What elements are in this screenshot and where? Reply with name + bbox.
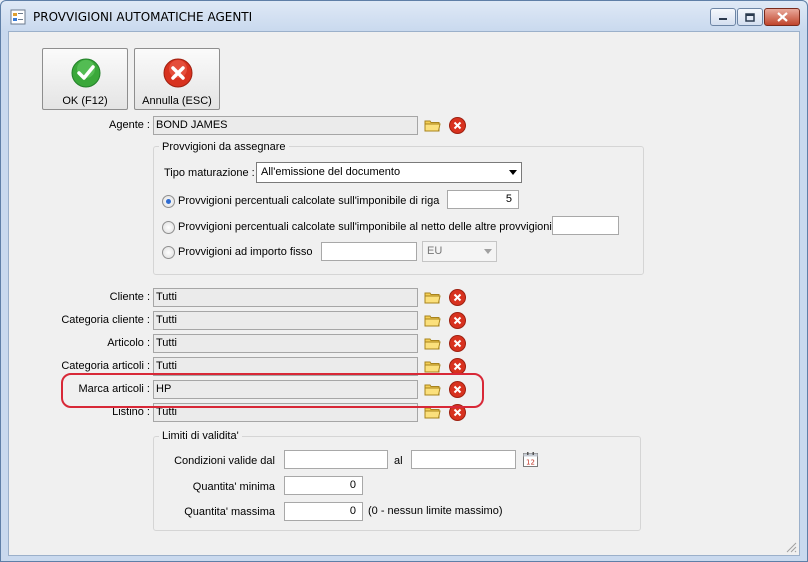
highlight-marca-articoli (61, 373, 484, 408)
data-dal-input[interactable] (284, 450, 388, 469)
qmax-note: (0 - nessun limite massimo) (368, 505, 503, 517)
option-percent-netto-label: Provvigioni percentuali calcolate sull'i… (178, 221, 552, 233)
ok-button[interactable]: OK (F12) (42, 48, 128, 110)
dialog-window: PROVVIGIONI AUTOMATICHE AGENTI OK (F12) (0, 0, 808, 562)
tipo-maturazione-select[interactable]: All'emissione del documento (256, 162, 522, 183)
title-bar[interactable]: PROVVIGIONI AUTOMATICHE AGENTI (1, 1, 807, 31)
chevron-down-icon (509, 170, 517, 175)
condizioni-label: Condizioni valide dal (174, 455, 275, 467)
calendar-icon[interactable]: 12 (521, 450, 540, 469)
clear-icon[interactable] (448, 334, 467, 353)
folder-icon[interactable] (423, 116, 442, 135)
maximize-button[interactable] (737, 8, 763, 26)
currency-value: EU (427, 245, 443, 257)
filter-label: Categoria articoli : (61, 360, 150, 372)
qmax-input[interactable]: 0 (284, 502, 363, 521)
folder-icon[interactable] (423, 334, 442, 353)
qmin-input[interactable]: 0 (284, 476, 363, 495)
clear-icon[interactable] (448, 311, 467, 330)
radio-percent-netto[interactable] (162, 221, 175, 234)
window-title: PROVVIGIONI AUTOMATICHE AGENTI (33, 10, 253, 24)
ok-button-label: OK (F12) (62, 95, 108, 107)
chevron-down-icon (484, 249, 492, 254)
resize-grip-icon[interactable] (785, 541, 797, 553)
clear-icon[interactable] (448, 288, 467, 307)
filter-field[interactable]: Tutti (153, 288, 418, 307)
option-percent-riga-label: Provvigioni percentuali calcolate sull'i… (178, 195, 440, 207)
close-button[interactable] (764, 8, 800, 26)
filter-label: Categoria cliente : (61, 314, 150, 326)
tipo-maturazione-label: Tipo maturazione : (164, 167, 255, 179)
importo-fisso-input[interactable] (321, 242, 417, 261)
cancel-button[interactable]: Annulla (ESC) (134, 48, 220, 110)
limiti-group-title: Limiti di validita' (159, 430, 242, 442)
currency-select[interactable]: EU (422, 241, 497, 262)
tipo-maturazione-value: All'emissione del documento (261, 166, 401, 178)
al-label: al (394, 455, 403, 467)
qmax-label: Quantita' massima (184, 506, 275, 518)
radio-percent-riga[interactable] (162, 195, 175, 208)
qmin-label: Quantita' minima (192, 481, 275, 493)
maximize-icon (745, 12, 755, 22)
clear-icon[interactable] (448, 116, 467, 135)
cancel-icon (163, 58, 193, 88)
minimize-button[interactable] (710, 8, 736, 26)
checkmark-icon (71, 58, 101, 88)
app-form-icon (10, 9, 26, 25)
svg-text:12: 12 (526, 459, 535, 467)
percent-netto-input[interactable] (552, 216, 619, 235)
agente-label: Agente : (109, 119, 150, 131)
data-al-input[interactable] (411, 450, 516, 469)
folder-icon[interactable] (423, 288, 442, 307)
cancel-button-label: Annulla (ESC) (142, 95, 212, 107)
filter-label: Cliente : (109, 291, 150, 303)
percent-riga-input[interactable]: 5 (447, 190, 519, 209)
option-importo-fisso-label: Provvigioni ad importo fisso (178, 246, 313, 258)
filter-label: Articolo : (107, 337, 150, 349)
agente-field[interactable]: BOND JAMES (153, 116, 418, 135)
filter-field[interactable]: Tutti (153, 311, 418, 330)
minimize-icon (719, 18, 727, 20)
provvigioni-group-title: Provvigioni da assegnare (159, 141, 289, 153)
folder-icon[interactable] (423, 311, 442, 330)
close-icon (776, 12, 788, 22)
radio-importo-fisso[interactable] (162, 246, 175, 259)
filter-field[interactable]: Tutti (153, 334, 418, 353)
dialog-content: OK (F12) Annulla (ESC) Agente : BOND JAM… (8, 31, 800, 556)
